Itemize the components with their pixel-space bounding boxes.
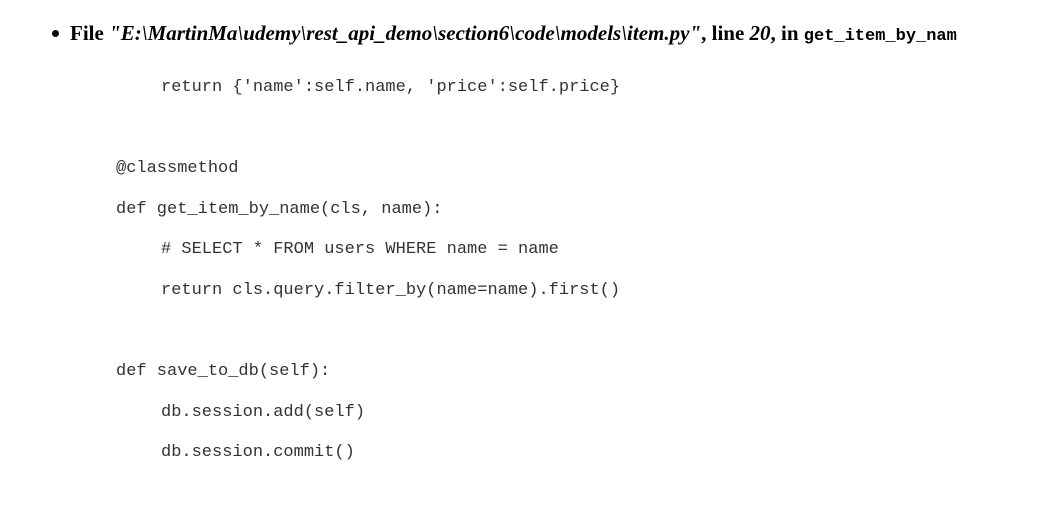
line-number: 20	[749, 21, 771, 45]
file-label: File	[70, 21, 104, 45]
code-line-def-save: def save_to_db(self):	[116, 362, 331, 381]
code-line-def-get-item: def get_item_by_name(cls, name):	[116, 200, 443, 219]
file-path: "E:\MartinMa\udemy\rest_api_demo\section…	[109, 21, 702, 45]
code-line-decorator: @classmethod	[116, 159, 239, 178]
code-line-return-dict: return {'name':self.name, 'price':self.p…	[161, 78, 621, 97]
traceback-frame-header: File "E:\MartinMa\udemy\rest_api_demo\se…	[52, 20, 957, 50]
code-line-session-add: db.session.add(self)	[161, 403, 366, 422]
line-label: , line	[701, 21, 745, 45]
code-line-session-commit: db.session.commit()	[161, 443, 355, 462]
code-line-return-query: return cls.query.filter_by(name=name).fi…	[161, 281, 621, 300]
in-label: , in	[770, 21, 799, 45]
code-line-comment: # SELECT * FROM users WHERE name = name	[161, 240, 559, 259]
bullet-icon	[52, 30, 59, 37]
function-name: get_item_by_nam	[803, 27, 957, 46]
